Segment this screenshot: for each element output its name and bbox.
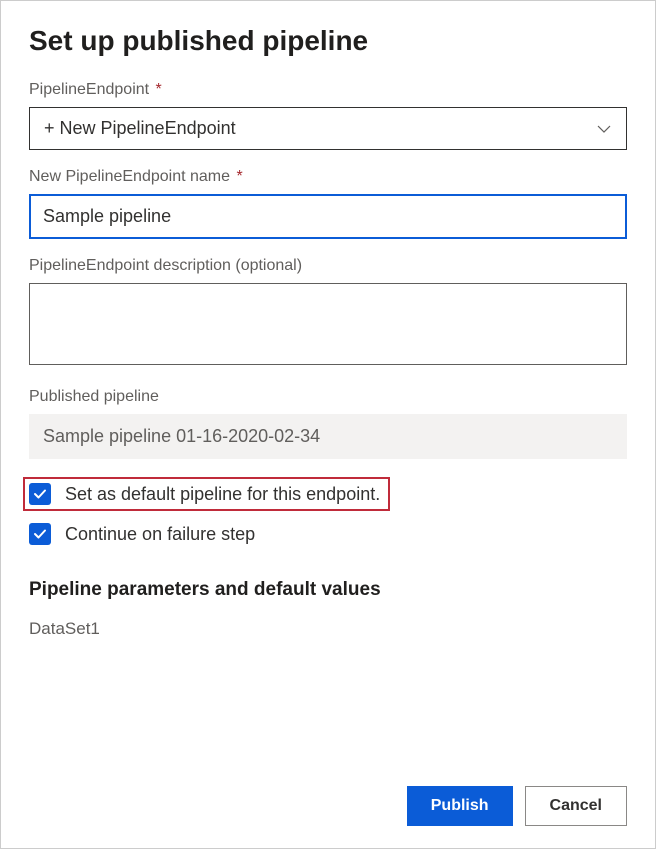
published-pipeline-label: Published pipeline: [29, 388, 627, 406]
param-item: DataSet1: [29, 619, 627, 639]
endpoint-name-input[interactable]: [29, 194, 627, 239]
chevron-down-icon: [596, 121, 612, 137]
endpoint-select-value: + New PipelineEndpoint: [44, 118, 236, 139]
required-asterisk: *: [156, 81, 162, 98]
endpoint-desc-input[interactable]: [29, 283, 627, 365]
endpoint-name-label: New PipelineEndpoint name *: [29, 168, 627, 186]
required-asterisk: *: [236, 168, 242, 185]
dialog-footer: Publish Cancel: [407, 786, 627, 826]
continue-failure-label: Continue on failure step: [65, 524, 255, 545]
dialog-title: Set up published pipeline: [29, 25, 627, 57]
published-pipeline-value: Sample pipeline 01-16-2020-02-34: [29, 414, 627, 459]
continue-failure-checkbox[interactable]: [29, 523, 51, 545]
endpoint-select[interactable]: + New PipelineEndpoint: [29, 107, 627, 150]
endpoint-desc-label: PipelineEndpoint description (optional): [29, 257, 627, 275]
endpoint-label: PipelineEndpoint *: [29, 81, 627, 99]
params-heading: Pipeline parameters and default values: [29, 579, 627, 601]
continue-failure-row: Continue on failure step: [29, 517, 627, 551]
default-pipeline-label: Set as default pipeline for this endpoin…: [65, 484, 380, 505]
publish-button[interactable]: Publish: [407, 786, 513, 826]
cancel-button[interactable]: Cancel: [525, 786, 627, 826]
default-pipeline-row: Set as default pipeline for this endpoin…: [23, 477, 390, 511]
default-pipeline-checkbox[interactable]: [29, 483, 51, 505]
